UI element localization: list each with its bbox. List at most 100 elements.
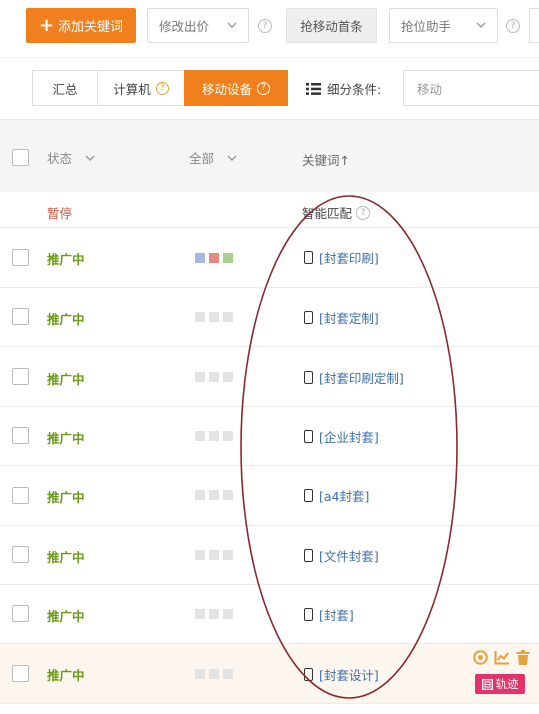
rank-helper-label: 抢位助手	[401, 19, 452, 34]
device-column-header[interactable]: 全部	[189, 148, 238, 167]
device-indicator	[195, 431, 237, 441]
row-checkbox[interactable]	[12, 308, 29, 325]
trend-chart-icon[interactable]	[494, 650, 510, 665]
table-row[interactable]: 推广中 [企业封套]	[0, 407, 539, 466]
device-square	[209, 669, 219, 679]
row-status: 推广中	[47, 312, 85, 327]
tab-mobile[interactable]: 移动设备 ?	[184, 70, 288, 106]
row-status: 推广中	[47, 252, 85, 267]
row-checkbox[interactable]	[12, 249, 29, 266]
help-icon[interactable]: ?	[356, 205, 371, 220]
device-square	[195, 550, 205, 560]
device-square	[209, 431, 219, 441]
device-square	[195, 431, 205, 441]
table-row[interactable]: 推广中 [文件封套]	[0, 526, 539, 585]
all-header-label: 全部	[189, 151, 215, 166]
device-indicator	[195, 490, 237, 500]
mobile-phone-icon	[304, 311, 313, 324]
device-indicator	[195, 312, 237, 322]
device-square	[195, 609, 205, 619]
filter-label: 细分条件:	[306, 79, 381, 98]
device-indicator	[195, 609, 237, 619]
device-square	[223, 609, 233, 619]
keyword-link[interactable]: [文件封套]	[304, 546, 379, 565]
table-row[interactable]: 推广中 [封套印刷]	[0, 228, 539, 288]
help-icon[interactable]: ?	[155, 81, 169, 95]
grab-mobile-top-button[interactable]: 抢移动首条	[286, 8, 377, 43]
mobile-phone-icon	[304, 430, 313, 443]
row-status: 推广中	[47, 609, 85, 624]
row-checkbox[interactable]	[12, 546, 29, 563]
table-row[interactable]: 推广中 [封套]	[0, 585, 539, 644]
help-icon[interactable]: ?	[258, 19, 272, 33]
row-checkbox[interactable]	[12, 427, 29, 444]
mobile-phone-icon	[304, 251, 313, 264]
device-square	[223, 431, 233, 441]
table-row[interactable]: 推广中 [封套设计]	[0, 644, 539, 704]
device-square	[209, 490, 219, 500]
change-bid-select[interactable]: 修改出价	[147, 8, 249, 43]
keyword-text: [封套设计]	[319, 668, 379, 683]
trace-button[interactable]: 轨迹	[475, 674, 525, 694]
filter-input[interactable]: 移动	[403, 70, 539, 106]
device-square	[195, 312, 205, 322]
tab-computer[interactable]: 计算机 ?	[97, 70, 185, 106]
device-indicator	[195, 669, 237, 679]
row-checkbox[interactable]	[12, 487, 29, 504]
device-indicator	[195, 372, 237, 382]
table-row[interactable]: 推广中 [a4封套]	[0, 466, 539, 526]
cut-off-footer-text	[0, 704, 539, 714]
change-bid-label: 修改出价	[159, 19, 210, 34]
device-square	[223, 669, 233, 679]
tab-summary[interactable]: 汇总	[32, 70, 98, 106]
add-keyword-button[interactable]: + 添加关键词	[26, 8, 136, 43]
row-status: 推广中	[47, 550, 85, 565]
status-column-header[interactable]: 状态	[47, 148, 96, 167]
keyword-link[interactable]: [封套印刷定制]	[304, 368, 404, 387]
keyword-link[interactable]: [封套定制]	[304, 308, 379, 327]
row-checkbox[interactable]	[12, 665, 29, 682]
cut-off-control[interactable]	[529, 8, 539, 43]
target-icon[interactable]	[473, 650, 488, 665]
chevron-down-icon	[476, 22, 486, 28]
trace-label: 轨迹	[495, 677, 519, 691]
keyword-column-header[interactable]: 关键词↑	[302, 150, 350, 169]
chevron-down-icon	[227, 155, 237, 161]
tab-computer-label: 计算机	[113, 81, 151, 97]
table-row[interactable]: 推广中 [封套印刷定制]	[0, 347, 539, 407]
trash-icon[interactable]	[516, 650, 530, 665]
list-icon	[306, 82, 321, 95]
keyword-text: [封套印刷定制]	[319, 371, 404, 386]
trace-icon	[481, 678, 493, 690]
row-checkbox[interactable]	[12, 605, 29, 622]
mobile-phone-icon	[304, 489, 313, 502]
keyword-link[interactable]: [封套设计]	[304, 665, 379, 684]
chevron-down-icon	[85, 155, 95, 161]
filter-input-value: 移动	[417, 81, 443, 97]
rank-helper-select[interactable]: 抢位助手	[389, 8, 498, 43]
keyword-link[interactable]: [封套]	[304, 605, 354, 624]
select-all-checkbox[interactable]	[12, 149, 29, 166]
keyword-link[interactable]: [a4封套]	[304, 486, 369, 505]
device-square	[223, 372, 233, 382]
chevron-down-icon	[227, 22, 237, 28]
device-square	[223, 253, 233, 263]
row-checkbox[interactable]	[12, 368, 29, 385]
keyword-link[interactable]: [封套印刷]	[304, 248, 379, 267]
row-status: 推广中	[47, 490, 85, 505]
table-row[interactable]: 推广中 [封套定制]	[0, 288, 539, 347]
help-icon[interactable]: ?	[506, 19, 520, 33]
device-square	[195, 253, 205, 263]
grab-mobile-top-label: 抢移动首条	[300, 19, 363, 34]
keyword-header-label: 关键词↑	[302, 153, 350, 168]
device-square	[209, 550, 219, 560]
device-square	[209, 372, 219, 382]
group-row: 暂停 智能匹配 ?	[0, 192, 539, 228]
table-header: 状态 全部 关键词↑	[0, 119, 539, 192]
tab-summary-label: 汇总	[52, 81, 78, 97]
device-square	[195, 372, 205, 382]
help-icon[interactable]: ?	[257, 81, 270, 95]
keyword-link[interactable]: [企业封套]	[304, 427, 379, 446]
smart-match-label: 智能匹配 ?	[302, 203, 371, 222]
device-square	[209, 312, 219, 322]
